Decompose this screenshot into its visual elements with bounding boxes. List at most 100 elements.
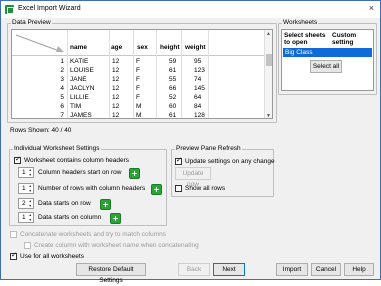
cell-name: JANE	[70, 76, 87, 83]
table-row[interactable]: 5 LILLIE 12 F 52 64	[12, 93, 272, 102]
cell-height: 55	[169, 76, 177, 83]
contains-headers-checkbox[interactable]	[14, 155, 21, 164]
create-column-label: Create column with worksheet name when c…	[34, 242, 199, 249]
cell-age: 12	[112, 112, 120, 119]
use-for-all-label: Use for all worksheets	[20, 253, 84, 260]
col-header-name[interactable]: name	[70, 44, 87, 51]
col-header-age[interactable]: age	[111, 44, 122, 51]
table-row[interactable]: 4 JACLYN 12 F 66 145	[12, 84, 272, 93]
concatenate-label: Concatenate worksheets and try to match …	[20, 231, 166, 238]
cell-weight: 123	[194, 67, 205, 74]
worksheet-item[interactable]: Big Class	[283, 48, 372, 57]
cell-sex: F	[136, 67, 140, 74]
cell-height: 59	[169, 58, 177, 65]
cell-sex: F	[136, 85, 140, 92]
select-sheets-header: Select sheets to open	[284, 32, 326, 46]
stepper-down-icon[interactable]: ▼	[29, 189, 32, 193]
data-start-col-stepper[interactable]: 1 ▲ ▼	[18, 212, 34, 223]
select-all-button[interactable]: Select all	[310, 60, 342, 73]
cell-name: LOUISE	[70, 67, 94, 74]
restore-defaults-button[interactable]: Restore Default Settings	[76, 263, 146, 284]
use-for-all-checkbox[interactable]	[10, 251, 17, 260]
col-header-height[interactable]: height	[160, 44, 180, 51]
stepper-up-icon[interactable]: ▲	[29, 199, 32, 203]
add-icon[interactable]	[110, 213, 121, 224]
cell-sex: M	[136, 103, 142, 110]
add-icon[interactable]	[151, 184, 162, 195]
table-row[interactable]: 1 KATIE 12 F 59 95	[12, 57, 272, 66]
cell-name: TIM	[70, 103, 82, 110]
stepper-up-icon[interactable]: ▲	[29, 184, 32, 188]
cell-sex: F	[136, 76, 140, 83]
cancel-button[interactable]: Cancel	[311, 263, 341, 276]
cell-age: 12	[112, 67, 120, 74]
headers-start-row-label: Column headers start on row	[38, 169, 122, 176]
table-corner-icon[interactable]	[14, 32, 66, 54]
back-button[interactable]: Back	[178, 263, 210, 276]
cell-name: LILLIE	[70, 94, 89, 101]
stepper-value: 1	[22, 185, 26, 192]
stepper-down-icon[interactable]: ▼	[29, 173, 32, 177]
data-preview-table[interactable]: name age sex height weight 1 KATIE 12 F 59 95…	[11, 29, 273, 119]
cell-age: 12	[112, 85, 120, 92]
row-number: 6	[60, 103, 64, 110]
cell-age: 12	[112, 76, 120, 83]
help-button[interactable]: Help	[344, 263, 374, 276]
app-icon	[5, 5, 14, 14]
cell-weight: 64	[194, 94, 202, 101]
col-header-sex[interactable]: sex	[137, 44, 148, 51]
import-button[interactable]: Import	[276, 263, 308, 276]
cell-name: KATIE	[70, 58, 89, 65]
headers-start-row-stepper[interactable]: 1 ▲ ▼	[18, 167, 34, 178]
stepper-down-icon[interactable]: ▼	[29, 218, 32, 222]
update-any-change-checkbox[interactable]	[175, 156, 182, 165]
table-row[interactable]: 3 JANE 12 F 55 74	[12, 75, 272, 84]
stepper-value: 1	[22, 169, 26, 176]
table-row[interactable]: 6 TIM 12 M 60 84	[12, 102, 272, 111]
cell-age: 12	[112, 94, 120, 101]
concatenate-checkbox[interactable]	[10, 231, 17, 238]
col-header-weight[interactable]: weight	[185, 44, 206, 51]
show-all-rows-checkbox[interactable]	[175, 185, 182, 192]
add-icon[interactable]	[129, 168, 140, 179]
update-now-button[interactable]: Update now	[175, 167, 211, 188]
stepper-down-icon[interactable]: ▼	[29, 204, 32, 208]
cell-name: JAMES	[70, 112, 92, 119]
data-start-row-stepper[interactable]: 2 ▲ ▼	[18, 198, 34, 209]
close-icon[interactable]: ×	[369, 3, 374, 13]
cell-weight: 84	[194, 103, 202, 110]
scroll-thumb[interactable]	[266, 54, 272, 66]
cell-height: 61	[169, 112, 177, 119]
worksheets-label: Worksheets	[282, 19, 319, 26]
stepper-value: 1	[22, 214, 26, 221]
data-preview-label: Data Preview	[11, 19, 52, 26]
cell-weight: 145	[194, 85, 205, 92]
stepper-up-icon[interactable]: ▲	[29, 213, 32, 217]
create-column-checkbox[interactable]	[24, 242, 31, 249]
scroll-down-icon[interactable]: ▼	[266, 113, 271, 118]
add-icon[interactable]	[100, 199, 111, 210]
cell-age: 12	[112, 58, 120, 65]
row-number: 4	[60, 85, 64, 92]
table-header: name age sex height weight	[12, 30, 272, 56]
scroll-up-icon[interactable]: ▲	[266, 31, 271, 37]
next-button[interactable]: Next	[213, 263, 245, 276]
custom-setting-header: Custom setting	[332, 32, 357, 46]
worksheet-settings-label: Individual Worksheet Settings	[13, 145, 101, 152]
window-title: Excel Import Wizard	[18, 5, 81, 12]
table-row[interactable]: 2 LOUISE 12 F 61 123	[12, 66, 272, 75]
stepper-up-icon[interactable]: ▲	[29, 168, 32, 172]
preview-refresh-label: Preview Pane Refresh	[175, 145, 242, 152]
num-header-rows-stepper[interactable]: 1 ▲ ▼	[18, 183, 34, 194]
cell-sex: F	[136, 94, 140, 101]
row-number: 3	[60, 76, 64, 83]
cell-sex: F	[136, 58, 140, 65]
cell-height: 61	[169, 67, 177, 74]
cell-height: 60	[169, 103, 177, 110]
stepper-value: 2	[22, 200, 26, 207]
row-number: 7	[60, 112, 64, 119]
import-wizard-window: Excel Import Wizard × Data Preview name …	[0, 0, 381, 284]
vertical-scrollbar[interactable]: ▲ ▼	[264, 30, 272, 118]
table-row[interactable]: 7 JAMES 12 M 61 128	[12, 111, 272, 119]
cell-age: 12	[112, 103, 120, 110]
